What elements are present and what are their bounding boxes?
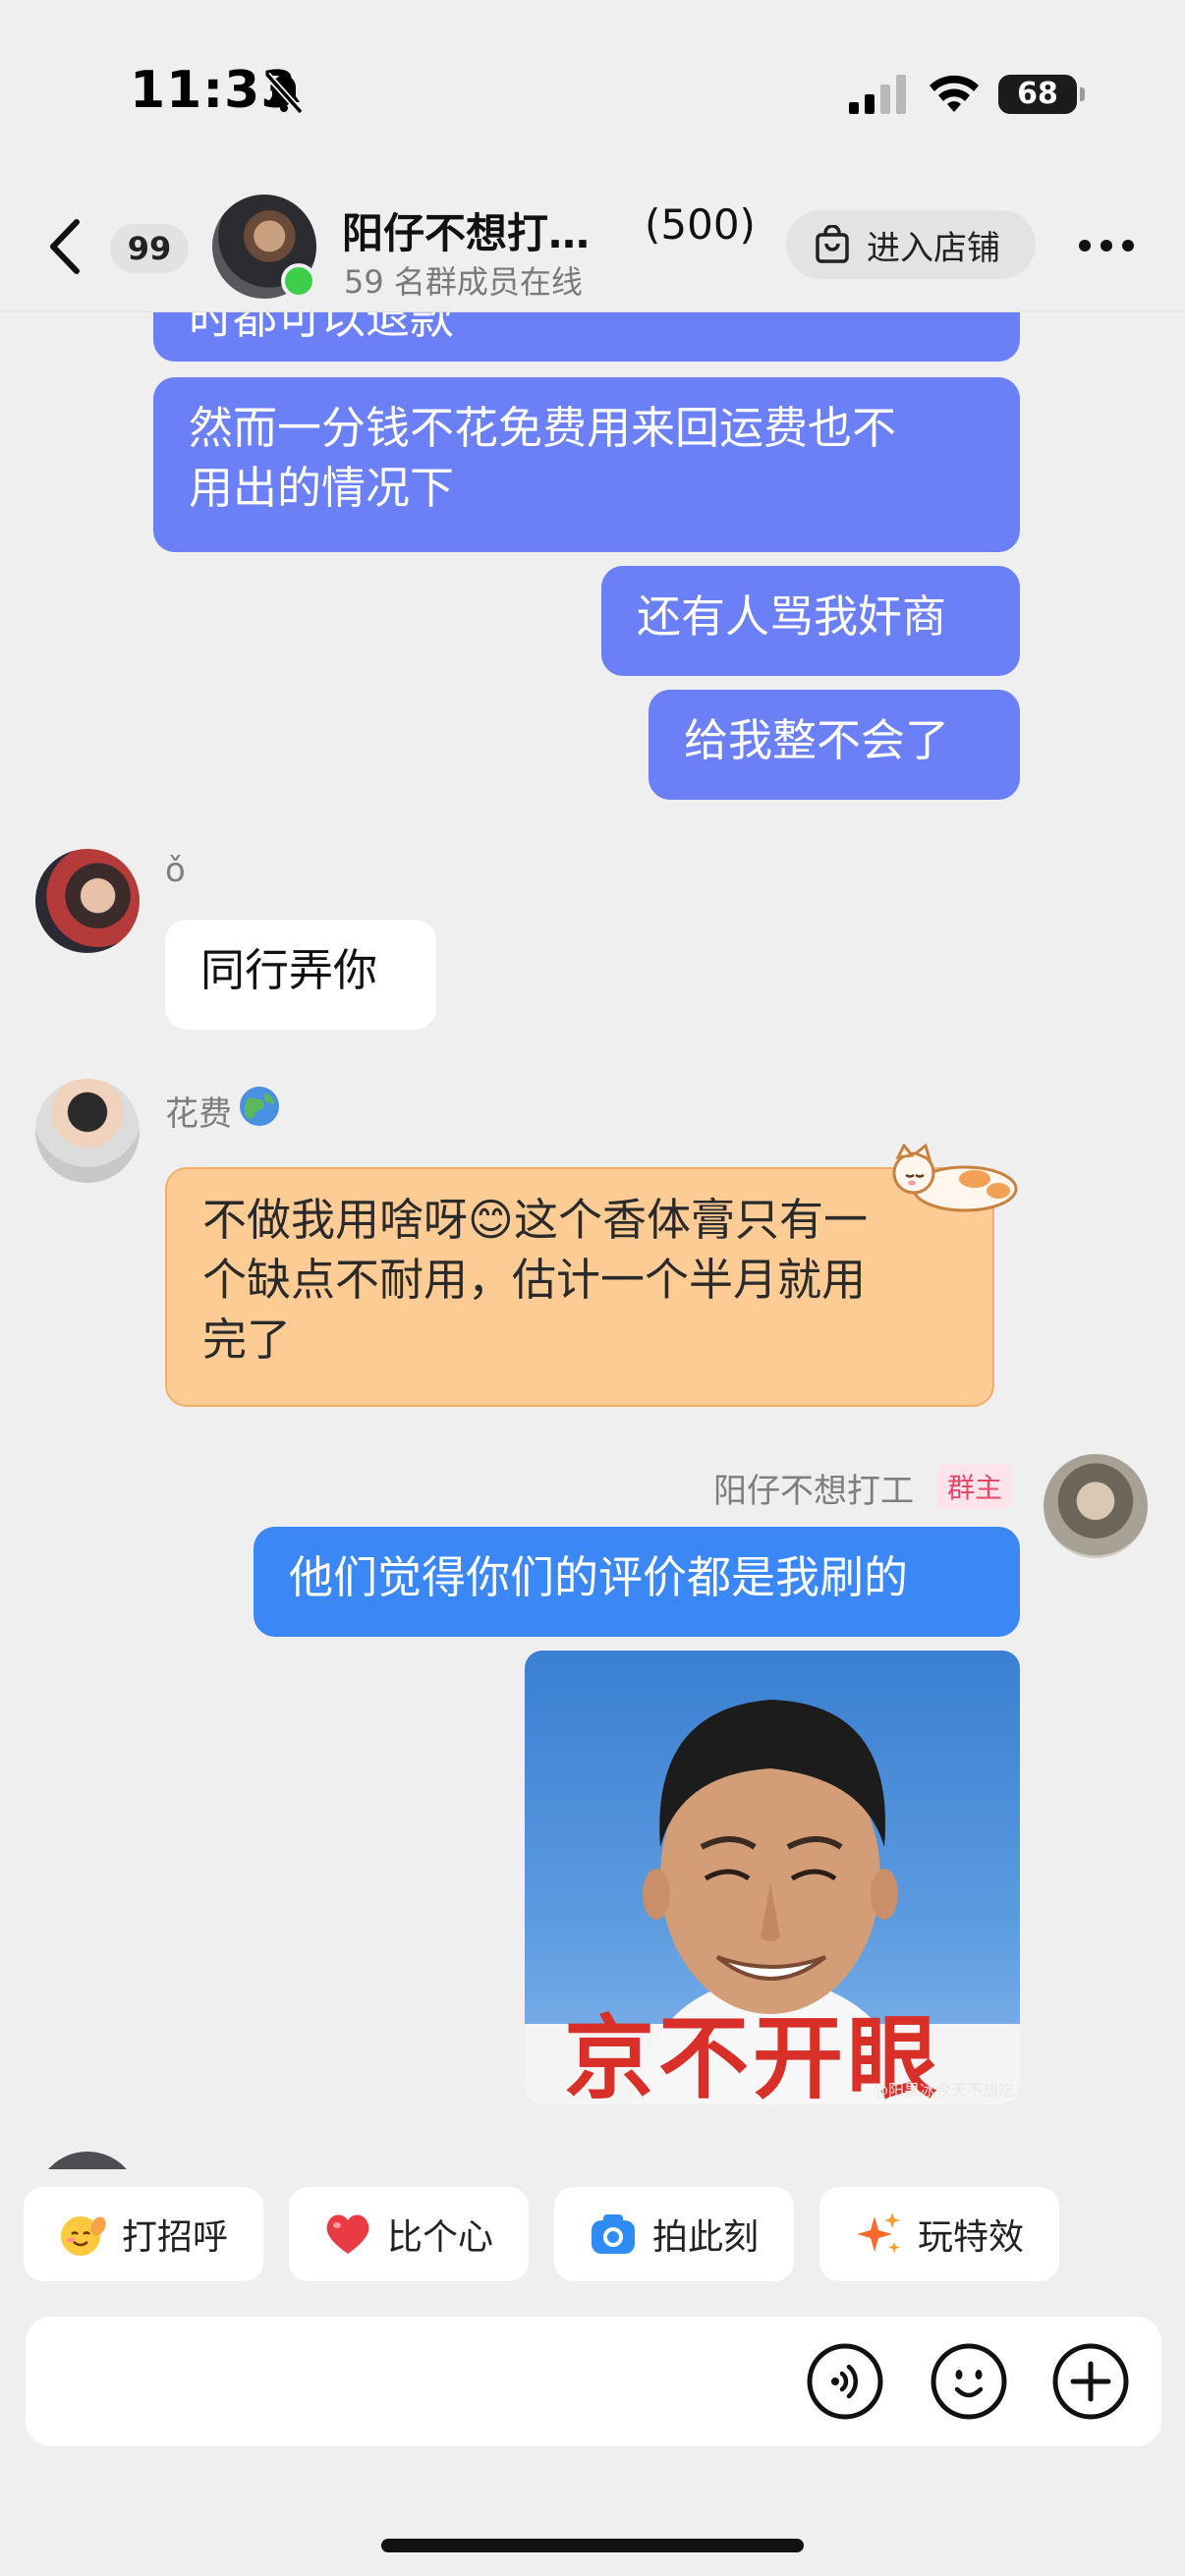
battery-indicator: 68 (998, 75, 1085, 114)
group-member-count[interactable]: (500) (645, 200, 756, 249)
quick-action-label: 比个心 (387, 2217, 494, 2258)
back-chevron-icon[interactable] (45, 216, 85, 277)
message-input[interactable] (45, 2332, 792, 2431)
sparkle-icon (857, 2212, 900, 2254)
quick-action-label: 玩特效 (918, 2217, 1025, 2258)
message-bubble-outgoing[interactable]: 给我整不会了 (649, 690, 1020, 800)
quick-action-heart[interactable]: 比个心 (289, 2187, 529, 2281)
quick-action-greet[interactable]: 打招呼 (24, 2187, 263, 2281)
status-bar: 11:33 68 (0, 0, 1185, 187)
group-name[interactable]: 阳仔不想打… (342, 200, 590, 260)
message-input-bar (26, 2317, 1161, 2446)
emoji-picker-icon[interactable] (930, 2342, 1008, 2421)
home-indicator[interactable] (381, 2539, 804, 2552)
quick-action-label: 拍此刻 (652, 2217, 760, 2258)
wifi-icon (930, 75, 979, 112)
message-list[interactable]: 时都可以退款 然而一分钱不花免费用来回运费也不 用出的情况下 还有人骂我奸商 给… (0, 312, 1185, 2169)
voice-input-icon[interactable] (806, 2342, 884, 2421)
quick-action-label: 打招呼 (122, 2217, 229, 2258)
enter-shop-label: 进入店铺 (867, 228, 1000, 268)
sender-avatar[interactable] (35, 2152, 140, 2169)
cat-sticker-decoration-icon (892, 1144, 1018, 1212)
bell-muted-icon (264, 72, 304, 115)
online-indicator (281, 263, 316, 299)
shopping-bag-icon (816, 225, 849, 263)
smile-emoji: 😊 (468, 1194, 514, 1246)
quick-action-camera[interactable]: 拍此刻 (554, 2187, 794, 2281)
self-avatar[interactable] (1044, 1454, 1148, 1558)
group-owner-badge: 群主 (937, 1464, 1013, 1509)
quick-action-bar: 打招呼 比个心 拍此刻 玩特效 (0, 2187, 1185, 2285)
message-bubble-outgoing[interactable]: 时都可以退款 (153, 312, 1020, 362)
camera-icon (592, 2214, 635, 2254)
sender-avatar[interactable] (35, 849, 140, 953)
unread-count-badge[interactable]: 99 (110, 224, 189, 273)
message-text: 不做我用啥呀 (202, 1194, 469, 1246)
quick-action-effects[interactable]: 玩特效 (819, 2187, 1059, 2281)
message-bubble-outgoing[interactable]: 还有人骂我奸商 (601, 566, 1020, 676)
heart-icon (326, 2214, 369, 2254)
message-bubble-outgoing[interactable]: 他们觉得你们的评价都是我刷的 (254, 1527, 1020, 1637)
message-bubble-incoming-themed[interactable]: 不做我用啥呀😊这个香体膏只有一 个缺点不耐用，估计一个半月就用 完了 (165, 1167, 994, 1407)
cellular-signal-icon (849, 75, 906, 114)
sender-name: 阳仔不想打工 (713, 1472, 914, 1511)
message-bubble-outgoing[interactable]: 然而一分钱不花免费用来回运费也不 用出的情况下 (153, 377, 1020, 552)
enter-shop-button[interactable]: 进入店铺 (786, 210, 1036, 279)
more-options-icon[interactable] (1077, 236, 1136, 255)
meme-image[interactable]: 京不开眼 @阳果冰今天不想吃 (525, 1651, 1020, 2104)
add-attachment-icon[interactable] (1051, 2342, 1130, 2421)
sender-name: ǒ (165, 851, 186, 890)
wave-emoji-icon (61, 2216, 106, 2256)
globe-icon (240, 1087, 279, 1126)
sender-avatar[interactable] (35, 1079, 140, 1183)
online-members-text: 59 名群成员在线 (344, 263, 583, 301)
meme-watermark: @阳果冰今天不想吃 (872, 2081, 1014, 2100)
message-bubble-incoming[interactable]: 同行弄你 (165, 920, 436, 1030)
sender-name: 花费 (165, 1094, 232, 1134)
chat-header: 99 阳仔不想打… (500) 59 名群成员在线 进入店铺 (0, 187, 1185, 312)
